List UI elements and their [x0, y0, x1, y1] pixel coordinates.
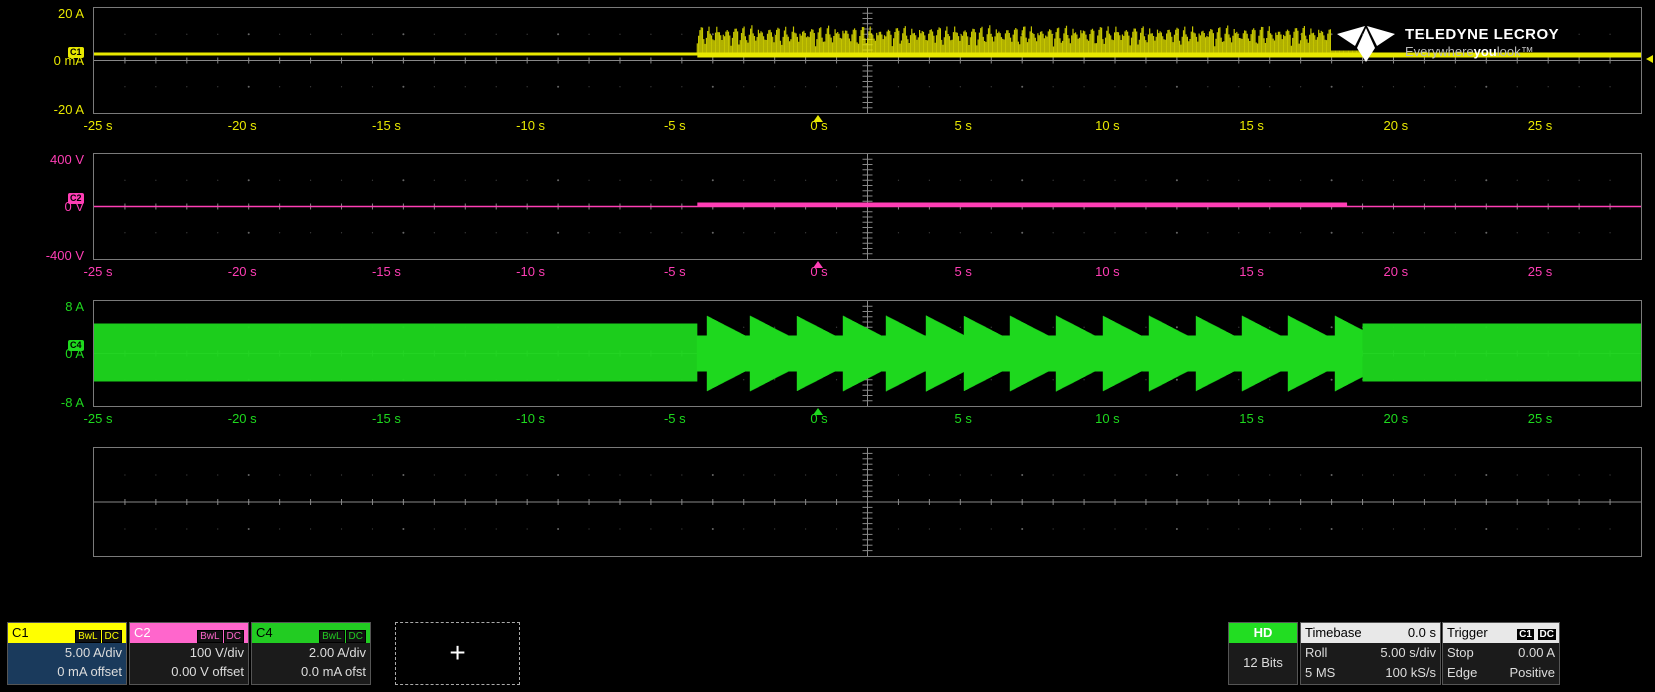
c4-ylabel-0: 8 A — [65, 299, 84, 314]
teledyne-lecroy-logo: TELEDYNE LECROY Everywhereyoulook™ — [1335, 24, 1575, 66]
c1-xtick-label: -5 s — [663, 118, 686, 133]
c2-xtick-label: 10 s — [1095, 264, 1120, 279]
c1-ylabel-2: -20 A — [53, 102, 84, 117]
lecroy-emblem-icon — [1337, 26, 1395, 62]
c4-xtick-label: -15 s — [371, 411, 401, 426]
c1-xtick-label: 20 s — [1383, 118, 1409, 133]
c4-offset: 0.0 mA ofst — [300, 664, 366, 679]
c1-xtick-label: 5 s — [954, 118, 972, 133]
c1-xtick-label: 15 s — [1239, 118, 1264, 133]
c1-xtick-label: -25 s — [83, 118, 113, 133]
c2-xtick-label: -15 s — [371, 264, 401, 279]
c2-xtick-label: -20 s — [227, 264, 257, 279]
graticule — [94, 448, 1641, 556]
c4-xtick-label: 15 s — [1239, 411, 1264, 426]
c4-xtick-label: -20 s — [227, 411, 257, 426]
c1-xtick-label: -10 s — [516, 118, 546, 133]
c2-ylabel-2: -400 V — [45, 248, 84, 263]
c4-ground-marker[interactable]: C4 — [68, 340, 84, 351]
logo-tagline: Everywhereyoulook™ — [1405, 44, 1534, 59]
c1-ground-marker[interactable]: C1 — [68, 47, 84, 58]
c4-xtick-label: -5 s — [663, 411, 686, 426]
c4-xtick-label: 10 s — [1095, 411, 1120, 426]
c4-xtick-label: 25 s — [1527, 411, 1553, 426]
waveform-panel-empty[interactable] — [93, 447, 1642, 557]
add-channel-button[interactable]: + — [395, 622, 520, 685]
logo-brand-text: TELEDYNE LECROY — [1405, 26, 1560, 43]
c4-xtick-label: 20 s — [1383, 411, 1409, 426]
waveform-panel-c4[interactable] — [93, 300, 1642, 407]
c1-ylabel-0: 20 A — [57, 6, 84, 21]
channel-c1-descriptor[interactable]: C1 BwL DC 5.00 A/div 0 mA offset — [7, 622, 127, 685]
c2-xtick-label: 25 s — [1527, 264, 1553, 279]
c4-xtick-label: 0 s — [810, 411, 828, 426]
c4-xtick-label: 5 s — [954, 411, 972, 426]
trigger-descriptor[interactable]: Trigger C1 DC Stop 0.00 A Edge Positive — [1442, 622, 1560, 685]
c2-xtick-label: 20 s — [1383, 264, 1409, 279]
c2-ground-marker[interactable]: C2 — [68, 193, 84, 204]
graticule — [94, 154, 1641, 259]
c2-xtick-label: 15 s — [1239, 264, 1264, 279]
c2-xtick-label: 5 s — [954, 264, 972, 279]
c1-xtick-label: -20 s — [227, 118, 257, 133]
trigger-level-marker[interactable] — [1646, 55, 1653, 63]
graticule — [94, 301, 1641, 406]
hd-resolution-box[interactable]: HD 12 Bits — [1228, 622, 1298, 685]
c4-ylabel-2: -8 A — [60, 395, 84, 410]
c1-xtick-label: 10 s — [1095, 118, 1120, 133]
c1-xtick-label: -15 s — [371, 118, 401, 133]
c1-xtick-label: 0 s — [810, 118, 828, 133]
c4-xtick-label: -10 s — [516, 411, 546, 426]
c2-xtick-label: 0 s — [810, 264, 828, 279]
c2-xtick-label: -10 s — [516, 264, 546, 279]
c2-xtick-label: -25 s — [83, 264, 113, 279]
waveform-panel-c2[interactable] — [93, 153, 1642, 260]
c2-xtick-label: -5 s — [663, 264, 686, 279]
c2-offset: 0.00 V offset — [171, 664, 244, 679]
c4-xtick-label: -25 s — [83, 411, 113, 426]
c1-xtick-label: 25 s — [1527, 118, 1553, 133]
c2-ylabel-0: 400 V — [50, 152, 84, 167]
timebase-descriptor[interactable]: Timebase 0.0 s Roll 5.00 s/div 5 MS 100 kS/… — [1300, 622, 1441, 685]
channel-c4-descriptor[interactable]: C4 BwL DC 2.00 A/div 0.0 mA ofst — [251, 622, 371, 685]
c1-offset: 0 mA offset — [57, 664, 122, 679]
channel-c2-descriptor[interactable]: C2 BwL DC 100 V/div 0.00 V offset — [129, 622, 249, 685]
